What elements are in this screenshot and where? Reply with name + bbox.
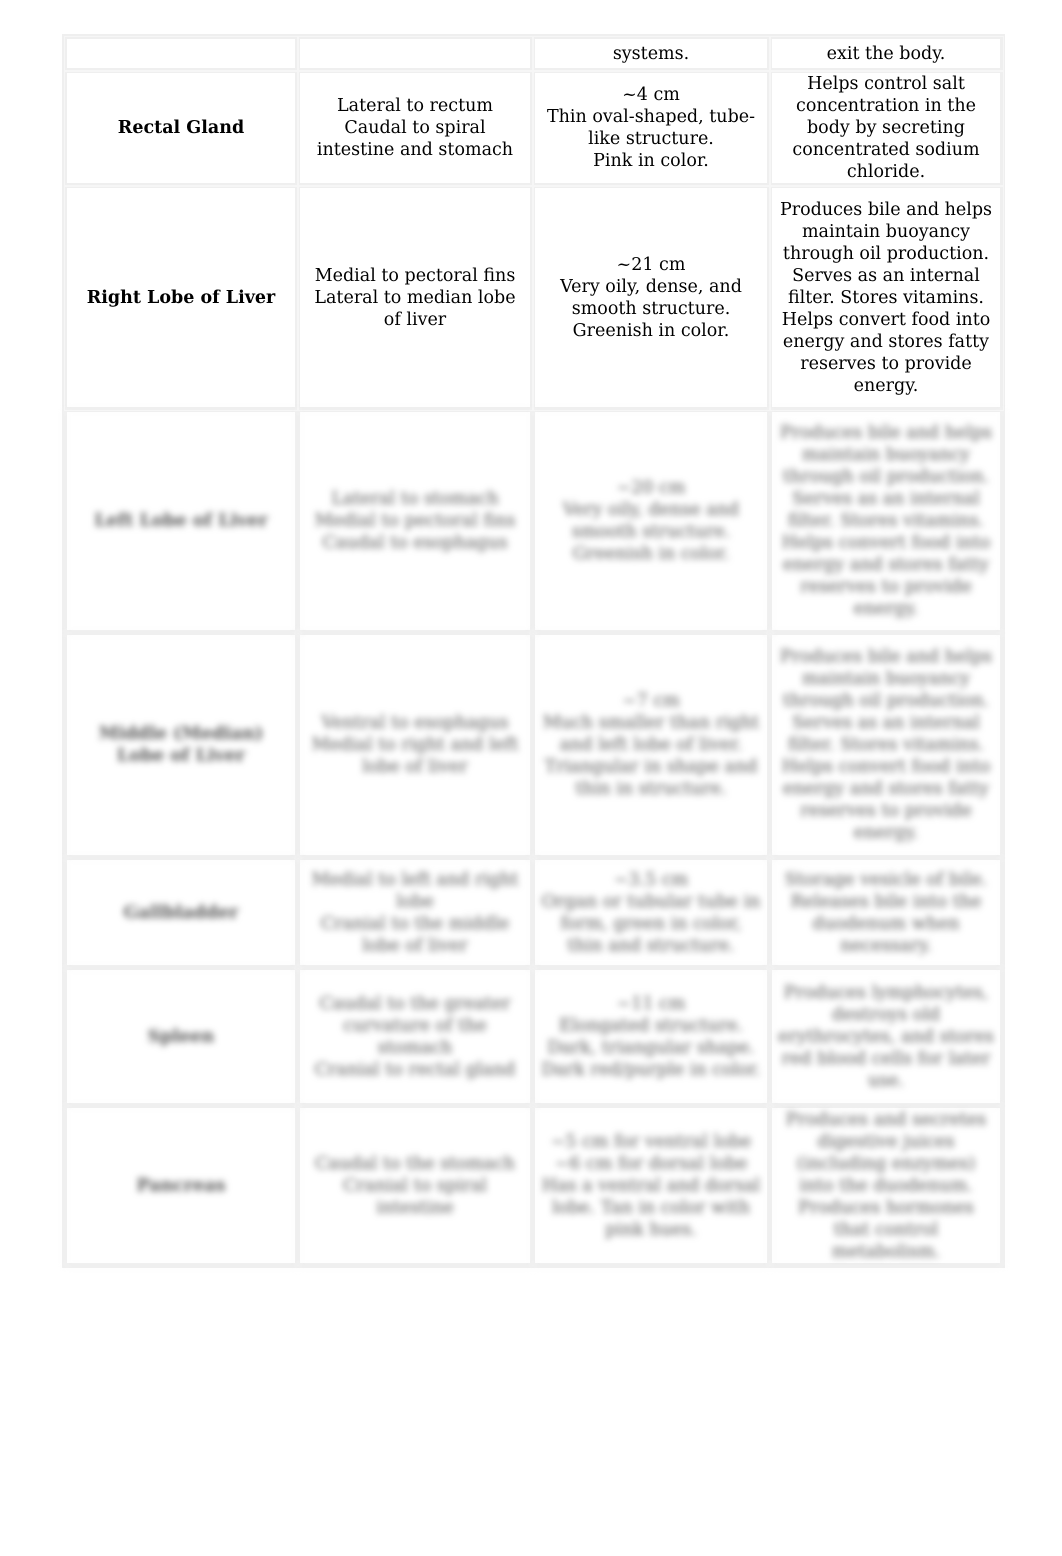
table-row: Spleen Caudal to the greater curvature of… (62, 965, 1005, 1108)
organ-table: systems. exit the body. Rectal Gland Latera… (62, 34, 1005, 1268)
cell-structure: Pancreas (62, 1103, 300, 1268)
cell-description: ~7 cm Much smaller than right and left l… (530, 630, 772, 860)
table-row: Middle (Median) Lobe of Liver Ventral to … (62, 630, 1005, 860)
cell-location: Lateral to stomach Medial to pectoral fi… (295, 407, 535, 635)
cell-location: Medial to pectoral fins Lateral to media… (295, 183, 535, 412)
table-row: Left Lobe of Liver Lateral to stomach Med… (62, 407, 1005, 635)
table-row: Gallbladder Medial to left and right lobe… (62, 855, 1005, 970)
table-row: Pancreas Caudal to the stomach Cranial to… (62, 1103, 1005, 1268)
table-row: Right Lobe of Liver Medial to pectoral fi… (62, 183, 1005, 412)
cell-function: Produces bile and helps maintain buoyanc… (767, 183, 1005, 412)
cell-function: exit the body. (767, 34, 1005, 73)
cell-description: ~21 cm Very oily, dense, and smooth stru… (530, 183, 772, 412)
cell-location: Medial to left and right lobe Cranial to… (295, 855, 535, 970)
cell-location: Lateral to rectum Caudal to spiral intes… (295, 68, 535, 188)
cell-structure: Left Lobe of Liver (62, 407, 300, 635)
cell-description: ~5 cm for ventral lobe ~6 cm for dorsal … (530, 1103, 772, 1268)
cell-function: Storage vesicle of bile. Releases bile i… (767, 855, 1005, 970)
cell-description: systems. (530, 34, 772, 73)
cell-location: Caudal to the stomach Cranial to spiral … (295, 1103, 535, 1268)
cell-function: Helps control salt concentration in the … (767, 68, 1005, 188)
cell-description: ~4 cm Thin oval-shaped, tube-like struct… (530, 68, 772, 188)
table-row: systems. exit the body. (62, 34, 1005, 73)
cell-function: Produces and secretes digestive juices (… (767, 1103, 1005, 1268)
cell-location: Ventral to esophagus Medial to right and… (295, 630, 535, 860)
cell-structure: Right Lobe of Liver (62, 183, 300, 412)
cell-structure: Rectal Gland (62, 68, 300, 188)
cell-structure: Middle (Median) Lobe of Liver (62, 630, 300, 860)
cell-location (295, 34, 535, 73)
cell-function: Produces bile and helps maintain buoyanc… (767, 630, 1005, 860)
cell-function: Produces bile and helps maintain buoyanc… (767, 407, 1005, 635)
cell-description: ~11 cm Elongated structure. Dark, triang… (530, 965, 772, 1108)
cell-description: ~3.5 cm Organ or tubular tube in form, g… (530, 855, 772, 970)
table-row: Rectal Gland Lateral to rectum Caudal to … (62, 68, 1005, 188)
cell-location: Caudal to the greater curvature of the s… (295, 965, 535, 1108)
cell-structure: Gallbladder (62, 855, 300, 970)
cell-description: ~20 cm Very oily, dense and smooth struc… (530, 407, 772, 635)
cell-function: Produces lymphocytes, destroys old eryth… (767, 965, 1005, 1108)
cell-structure: Spleen (62, 965, 300, 1108)
cell-structure (62, 34, 300, 73)
